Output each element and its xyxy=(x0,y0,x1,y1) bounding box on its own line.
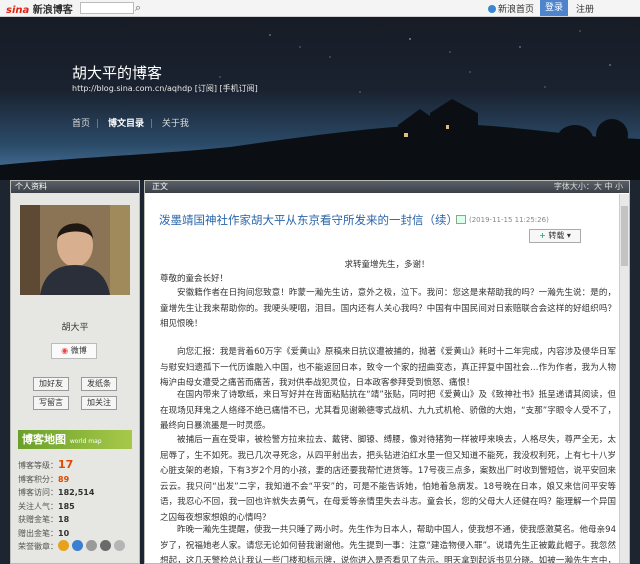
post-title: 泼墨靖国神社作家胡大平从东京看守所发来的一封信（续） xyxy=(159,213,458,227)
post-paragraph: 安徽籍作者在日拘间您致意！昨蒙一瀚先生访，意外之极，泣下。我问：您这是来帮助我的… xyxy=(160,288,616,330)
repost-button[interactable]: + 转载 ▾ xyxy=(529,229,581,243)
weibo-button[interactable]: ◉ 微博 xyxy=(51,343,97,359)
stat-pens-received: 获赠金笔：18 xyxy=(18,515,70,524)
scrollbar-thumb[interactable] xyxy=(621,206,628,266)
article-panel: 正文 字体大小：大 中 小 泼墨靖国神社作家胡大平从东京看守所发来的一封信（续）… xyxy=(144,180,630,564)
nav-article-list[interactable]: 博文目录 xyxy=(108,119,144,129)
font-size-control[interactable]: 字体大小：大 中 小 xyxy=(554,181,623,193)
stat-followers: 关注人气：185 xyxy=(18,501,75,511)
weibo-icon: ◉ xyxy=(61,346,69,355)
blog-map-banner[interactable]: 博客地图 world map xyxy=(18,430,132,449)
sina-blog-logo[interactable]: sina 新浪博客 xyxy=(6,1,73,16)
post-paragraph: 昨晚一瀚先生提醒，使我一共只睡了两小时。先生作为日本人，帮助中国人，使我想不通，… xyxy=(160,525,616,564)
search-icon[interactable]: ⌕ xyxy=(135,1,141,15)
chevron-down-icon: ▾ xyxy=(566,231,571,240)
post-paragraph: 被捕后一直在受审，被检警方拉来拉去、戴铐、脚镣、缚腰，像对待猪狗一样被呼来唤去，… xyxy=(160,435,616,523)
stat-level: 博客等级：17 xyxy=(18,458,74,471)
follow-button[interactable]: 加关注 xyxy=(81,396,117,410)
post-paragraph: 向您汇报：我是背着60万字《爱黄山》原稿来日抗议遭被捕的，抛著《爱黄山》耗时十二… xyxy=(160,347,616,389)
post-paragraph: 在国内带来了诗歌纸，来日写好并在背面粘贴抗在“靖”张贴，同时把《爱黄山》及《致神… xyxy=(160,390,616,432)
medal-icon[interactable] xyxy=(58,540,69,551)
medal-icon[interactable] xyxy=(100,540,111,551)
nav-about[interactable]: 关于我 xyxy=(162,119,189,129)
blog-stats: 博客等级：17 博客积分：89 博客访问：182,514 关注人气：185 获赠… xyxy=(18,458,128,554)
nav-separator: | xyxy=(96,119,100,129)
avatar[interactable] xyxy=(20,205,130,295)
nav-separator: | xyxy=(149,119,153,129)
stat-badges: 荣誉徽章： xyxy=(18,540,128,554)
medal-icon[interactable] xyxy=(72,540,83,551)
stat-pens-given: 赠出金笔：10 xyxy=(18,528,70,538)
blog-url-subscribe[interactable]: http://blog.sina.com.cn/aqhdp [订阅] [手机订阅… xyxy=(72,83,258,94)
article-scrollbar[interactable] xyxy=(619,194,629,563)
post-greeting: 求转童增先生，多谢！ xyxy=(344,260,430,270)
register-link[interactable]: 注册 xyxy=(576,2,594,15)
add-friend-button[interactable]: 加好友 xyxy=(33,377,69,391)
article-section-title: 正文 xyxy=(152,182,168,191)
login-button[interactable]: 登录 xyxy=(540,0,568,16)
medal-icon[interactable] xyxy=(86,540,97,551)
blog-title[interactable]: 胡大平的博客 xyxy=(72,62,162,83)
header-night-scene-image xyxy=(0,30,640,180)
blog-nav: 首页 | 博文目录 | 关于我 xyxy=(72,116,195,129)
profile-panel: 个人资料 胡大平 ◉ 微博 加好友 发纸条 写留言 加关注 博客地图 world… xyxy=(10,180,140,564)
plus-icon: + xyxy=(539,231,546,240)
image-icon xyxy=(456,215,466,224)
post-date: (2019-11-15 11:25:26) xyxy=(469,216,549,224)
send-note-button[interactable]: 发纸条 xyxy=(81,377,117,391)
nav-home[interactable]: 首页 xyxy=(72,119,90,129)
top-bar: sina 新浪博客 ⌕ 新浪首页 登录 注册 xyxy=(0,0,640,17)
author-name: 胡大平 xyxy=(61,323,89,333)
info-icon xyxy=(488,5,496,13)
badge-list xyxy=(58,540,128,551)
search-input[interactable] xyxy=(80,2,134,14)
home-link[interactable]: 新浪首页 xyxy=(488,2,534,15)
blog-header: 胡大平的博客 http://blog.sina.com.cn/aqhdp [订阅… xyxy=(0,17,640,180)
post-salutation: 尊敬的童会长好！ xyxy=(160,274,229,284)
stat-visits: 博客访问：182,514 xyxy=(18,488,95,497)
medal-icon[interactable] xyxy=(114,540,125,551)
article-section-header: 正文 字体大小：大 中 小 xyxy=(145,181,629,193)
profile-section-title: 个人资料 xyxy=(11,181,139,193)
write-message-button[interactable]: 写留言 xyxy=(33,396,69,410)
stat-points: 博客积分：89 xyxy=(18,474,70,484)
